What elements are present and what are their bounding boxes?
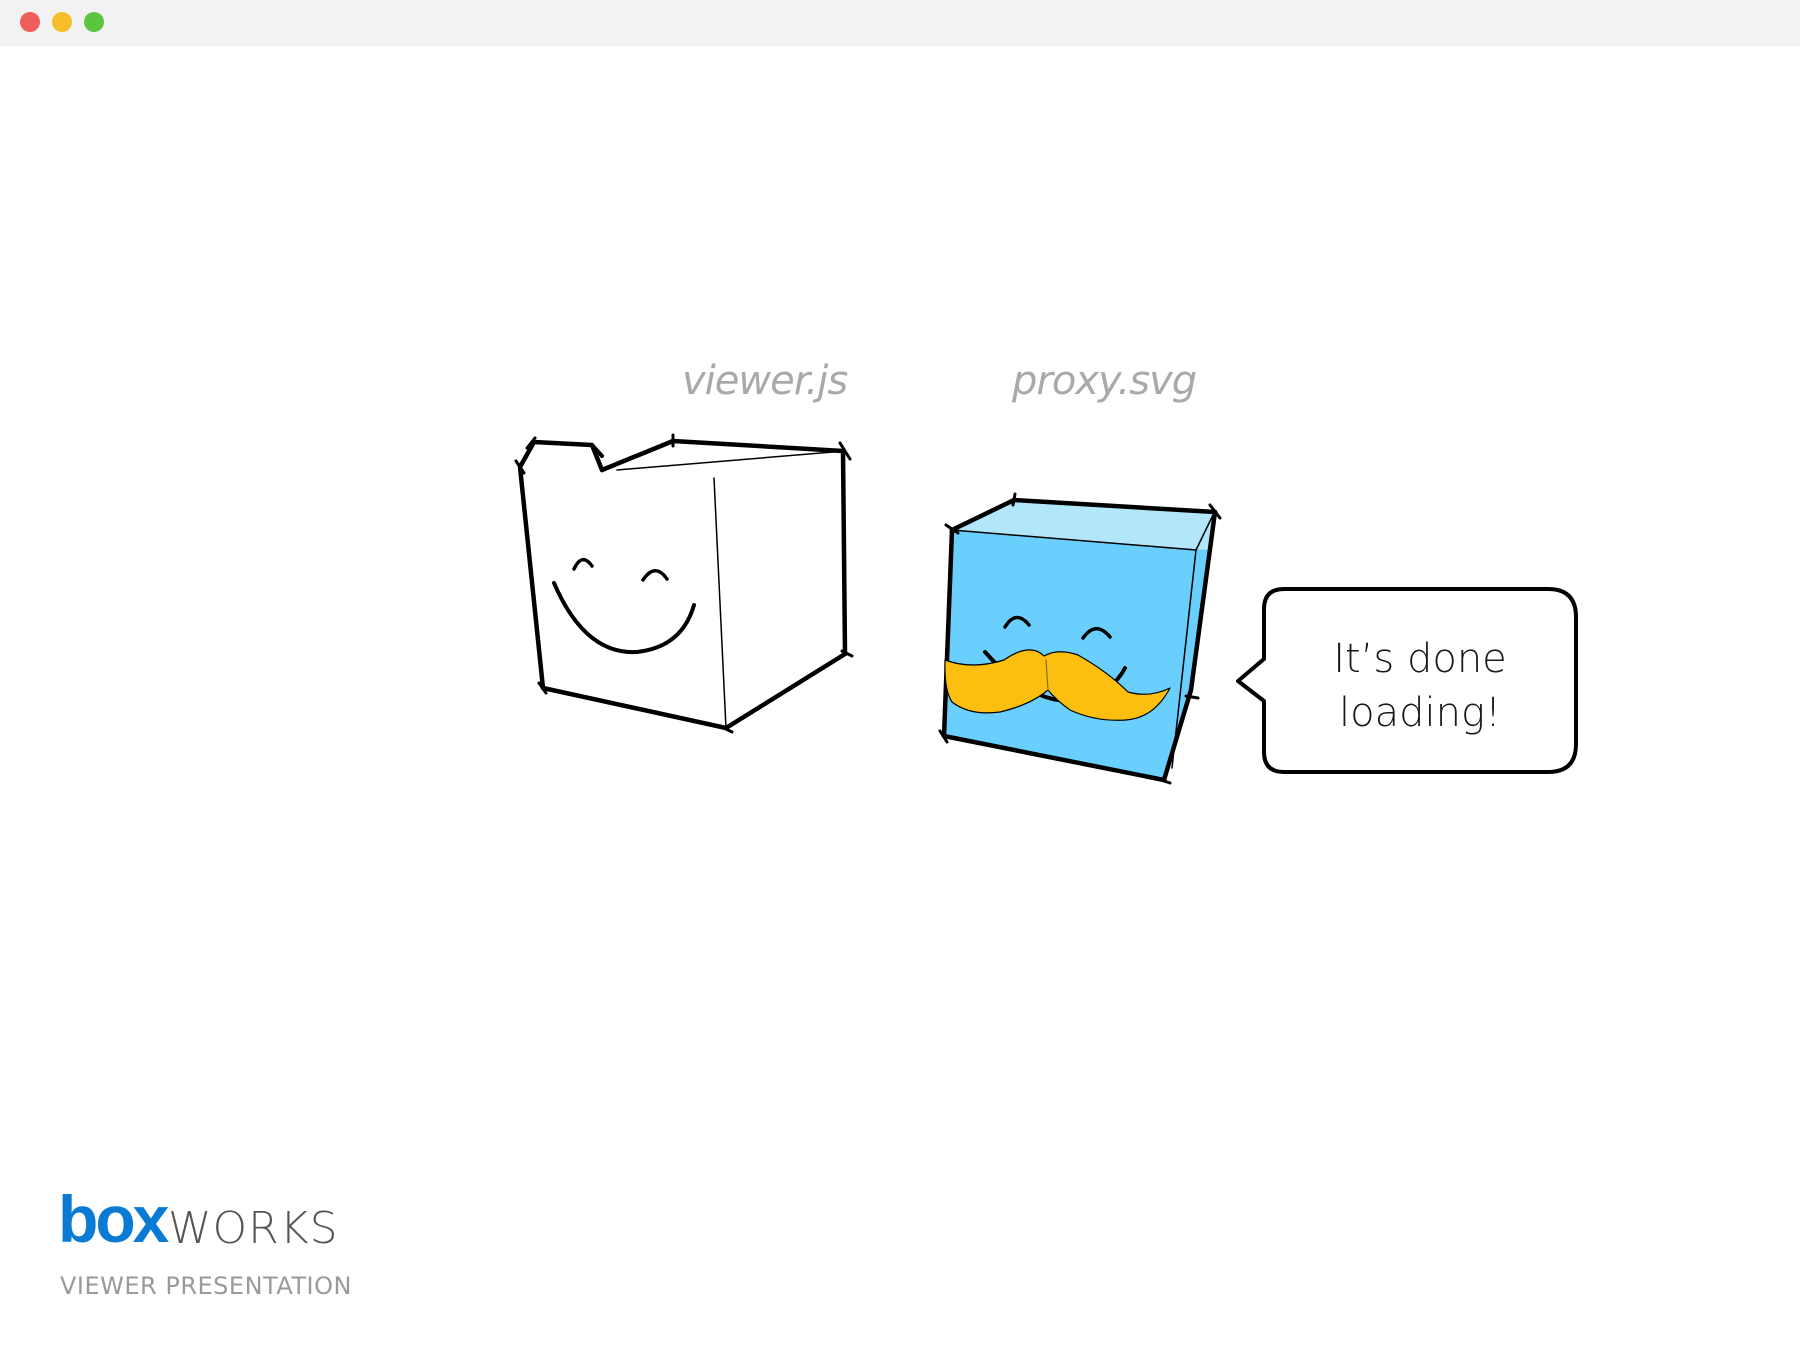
- box-logo-text: box: [58, 1182, 169, 1256]
- boxworks-logo: box WORKS VIEWER PRESENTATION: [58, 1186, 378, 1306]
- works-logo-text: WORKS: [168, 1203, 339, 1254]
- slide: viewer.js proxy.svg It’s done loading! b…: [0, 46, 1800, 1350]
- speech-line-2: loading!: [1339, 690, 1501, 736]
- close-window-button[interactable]: [20, 12, 40, 32]
- viewer-cube-label: viewer.js: [682, 358, 848, 404]
- speech-line-1: It’s done: [1333, 636, 1507, 682]
- viewer-cube: [514, 433, 854, 734]
- presentation-subtitle: VIEWER PRESENTATION: [60, 1272, 352, 1300]
- window-titlebar: [0, 0, 1800, 46]
- presentation-window: viewer.js proxy.svg It’s done loading! b…: [0, 0, 1800, 1350]
- minimize-window-button[interactable]: [52, 12, 72, 32]
- maximize-window-button[interactable]: [84, 12, 104, 32]
- proxy-cube-label: proxy.svg: [1012, 358, 1197, 404]
- proxy-cube: [938, 492, 1222, 785]
- speech-bubble-text: It’s done loading!: [1270, 632, 1570, 740]
